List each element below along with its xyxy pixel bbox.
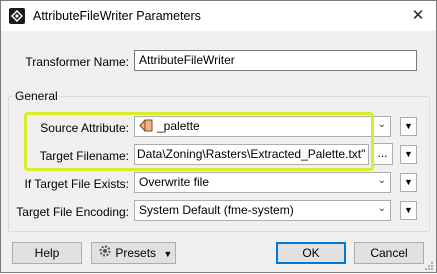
encoding-menu-button[interactable]: ▼ xyxy=(400,201,417,220)
encoding-combo[interactable]: System Default (fme-system) ⌄ xyxy=(134,200,391,221)
if-exists-label: If Target File Exists: xyxy=(24,177,129,191)
cancel-button[interactable]: Cancel xyxy=(354,242,424,264)
chevron-down-icon: ⌄ xyxy=(377,203,386,214)
dialog-window: AttributeFileWriter Parameters ✕ Transfo… xyxy=(0,0,437,273)
transformer-name-input[interactable]: AttributeFileWriter xyxy=(134,50,417,71)
encoding-value: System Default (fme-system) xyxy=(139,203,294,217)
triangle-down-icon: ▼ xyxy=(404,149,413,159)
close-icon[interactable]: ✕ xyxy=(406,4,430,28)
triangle-down-icon: ▼ xyxy=(163,249,173,259)
source-attribute-label: Source Attribute: xyxy=(40,121,129,135)
chevron-down-icon: ⌄ xyxy=(377,175,386,186)
help-button[interactable]: Help xyxy=(12,242,82,264)
triangle-down-icon: ▼ xyxy=(404,121,413,131)
presets-label: Presets xyxy=(115,246,157,260)
if-exists-menu-button[interactable]: ▼ xyxy=(400,173,417,192)
triangle-down-icon: ▼ xyxy=(404,177,413,187)
triangle-down-icon: ▼ xyxy=(404,205,413,215)
transformer-name-label: Transformer Name: xyxy=(25,55,129,69)
encoding-label: Target File Encoding: xyxy=(16,205,129,219)
target-filename-input[interactable]: Data\Zoning\Rasters\Extracted_Palette.tx… xyxy=(134,144,369,165)
ok-button[interactable]: OK xyxy=(276,242,346,264)
if-exists-value: Overwrite file xyxy=(139,175,210,189)
resize-grip-icon[interactable] xyxy=(424,260,434,270)
if-exists-combo[interactable]: Overwrite file ⌄ xyxy=(134,172,391,193)
gear-icon xyxy=(98,244,112,264)
fme-app-icon xyxy=(9,8,25,24)
attribute-icon xyxy=(139,119,153,135)
chevron-down-icon: ⌄ xyxy=(377,119,386,130)
general-group-title: General xyxy=(13,89,60,103)
browse-button[interactable]: ... xyxy=(372,143,393,165)
title-bar: AttributeFileWriter Parameters ✕ xyxy=(1,1,436,31)
target-filename-menu-button[interactable]: ▼ xyxy=(400,145,417,164)
target-filename-label: Target Filename: xyxy=(39,149,129,163)
source-attribute-combo[interactable]: _palette ⌄ xyxy=(134,116,391,137)
source-attribute-value: _palette xyxy=(157,119,200,134)
window-title: AttributeFileWriter Parameters xyxy=(33,9,201,23)
source-attribute-menu-button[interactable]: ▼ xyxy=(400,117,417,136)
presets-button[interactable]: Presets ▼ xyxy=(91,242,176,264)
